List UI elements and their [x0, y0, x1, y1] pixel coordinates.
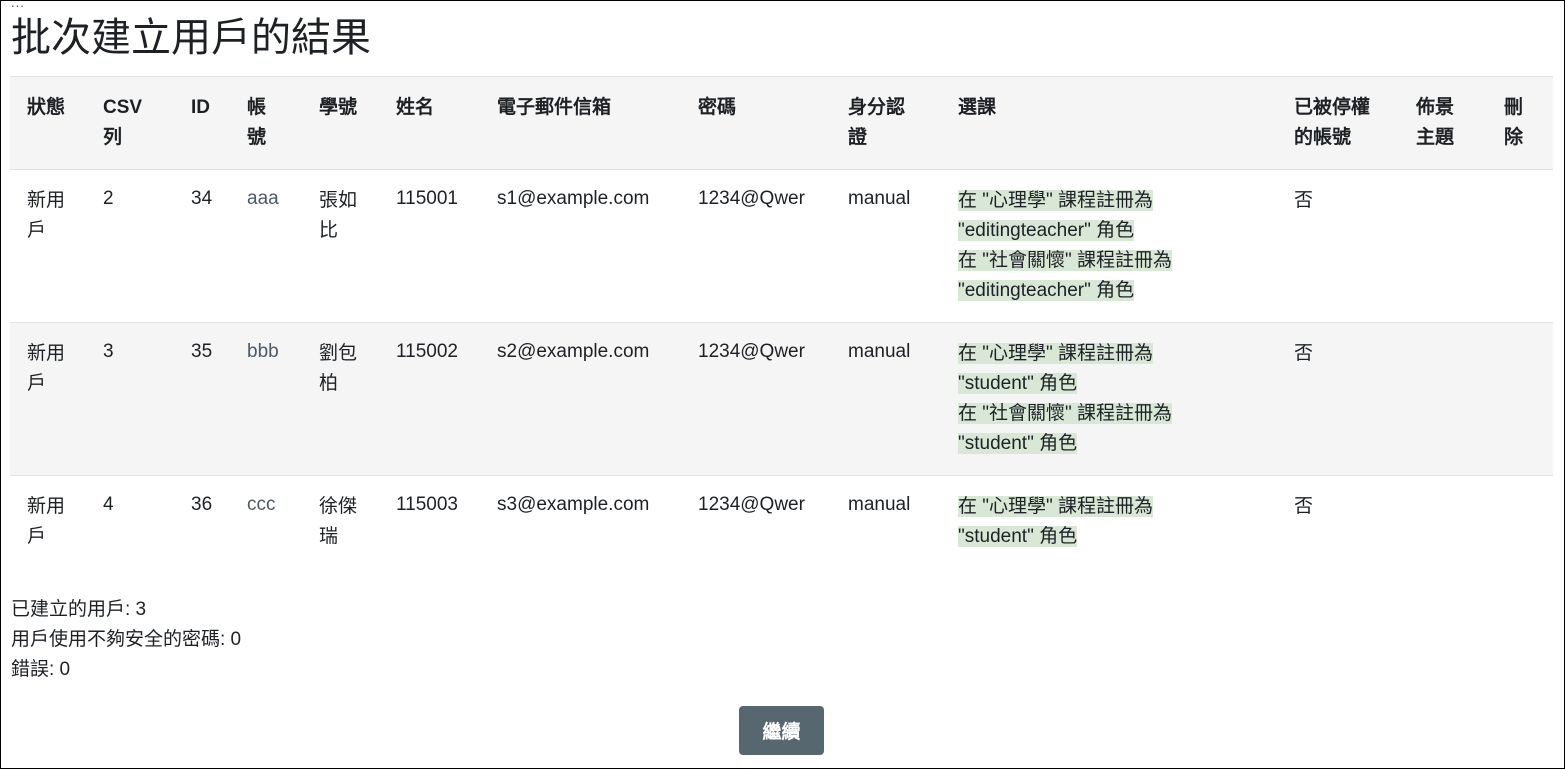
header-password: 密碼: [681, 76, 831, 170]
cell-suspended: 否: [1277, 475, 1399, 568]
upload-summary: 已建立的用戶: 3 用戶使用不夠安全的密碼: 0 錯誤: 0: [11, 595, 241, 685]
cell-username: bbb: [230, 322, 302, 476]
header-auth: 身分認證: [831, 76, 941, 170]
cell-suspended: 否: [1277, 322, 1399, 476]
header-username: 帳號: [230, 76, 302, 170]
summary-errors: 錯誤: 0: [11, 659, 71, 680]
cell-username: ccc: [230, 475, 302, 568]
enrolment-note: 在 "心理學" 課程註冊為 "student" 角色: [958, 496, 1154, 547]
continue-button[interactable]: 繼續: [739, 706, 824, 755]
cell-theme: [1399, 322, 1487, 476]
cell-status: 新用戶: [10, 169, 86, 323]
cell-enrolments: 在 "心理學" 課程註冊為 "student" 角色 在 "社會關懷" 課程註冊…: [941, 322, 1277, 476]
cell-username: aaa: [230, 169, 302, 323]
enrolment-note: 在 "社會關懷" 課程註冊為 "editingteacher" 角色: [958, 250, 1173, 301]
header-email: 電子郵件信箱: [480, 76, 681, 170]
page-frame: ... 批次建立用戶的結果 狀態 CSV列 ID 帳號 學號 姓名 電子郵件信箱…: [0, 0, 1565, 769]
cell-suspended: 否: [1277, 169, 1399, 323]
cell-name: 115001: [379, 169, 480, 323]
table-header: 狀態 CSV列 ID 帳號 學號 姓名 電子郵件信箱 密碼 身分認證 選課 已被…: [10, 76, 1553, 170]
table-row: 新用戶 4 36 ccc 徐傑瑞 115003 s3@example.com 1…: [10, 475, 1553, 568]
cell-idnumber: 劉包柏: [302, 322, 379, 476]
cell-status: 新用戶: [10, 322, 86, 476]
header-name: 姓名: [379, 76, 480, 170]
cell-id: 36: [174, 475, 230, 568]
cell-password: 1234@Qwer: [681, 169, 831, 323]
cell-csv-row: 3: [86, 322, 174, 476]
header-suspended: 已被停權的帳號: [1277, 76, 1399, 170]
cell-id: 35: [174, 322, 230, 476]
cell-email: s2@example.com: [480, 322, 681, 476]
enrolment-note: 在 "社會關懷" 課程註冊為 "student" 角色: [958, 403, 1173, 454]
cell-email: s3@example.com: [480, 475, 681, 568]
header-csv-row: CSV列: [86, 76, 174, 170]
header-theme: 佈景主題: [1399, 76, 1487, 170]
enrolment-note: 在 "心理學" 課程註冊為 "student" 角色: [958, 343, 1154, 394]
cell-name: 115002: [379, 322, 480, 476]
username-link[interactable]: ccc: [247, 494, 276, 515]
cell-csv-row: 2: [86, 169, 174, 323]
header-enrolments: 選課: [941, 76, 1277, 170]
cell-enrolments: 在 "心理學" 課程註冊為 "editingteacher" 角色 在 "社會關…: [941, 169, 1277, 323]
truncated-text: ...: [11, 0, 25, 10]
cell-idnumber: 徐傑瑞: [302, 475, 379, 568]
cell-theme: [1399, 169, 1487, 323]
header-status: 狀態: [10, 76, 86, 170]
username-link[interactable]: bbb: [247, 341, 279, 362]
header-id: ID: [174, 76, 230, 170]
cell-theme: [1399, 475, 1487, 568]
cell-password: 1234@Qwer: [681, 475, 831, 568]
cell-delete: [1487, 322, 1553, 476]
page-title: 批次建立用戶的結果: [11, 16, 371, 60]
table-row: 新用戶 3 35 bbb 劉包柏 115002 s2@example.com 1…: [10, 322, 1553, 476]
header-delete: 刪除: [1487, 76, 1553, 170]
summary-weak-passwords: 用戶使用不夠安全的密碼: 0: [11, 629, 242, 650]
cell-csv-row: 4: [86, 475, 174, 568]
summary-created: 已建立的用戶: 3: [11, 599, 147, 620]
cell-delete: [1487, 475, 1553, 568]
cell-auth: manual: [831, 169, 941, 323]
cell-auth: manual: [831, 322, 941, 476]
header-idnumber: 學號: [302, 76, 379, 170]
cell-delete: [1487, 169, 1553, 323]
cell-name: 115003: [379, 475, 480, 568]
cell-email: s1@example.com: [480, 169, 681, 323]
table-body: 新用戶 2 34 aaa 張如比 115001 s1@example.com 1…: [10, 169, 1553, 568]
cell-enrolments: 在 "心理學" 課程註冊為 "student" 角色: [941, 475, 1277, 568]
cell-password: 1234@Qwer: [681, 322, 831, 476]
enrolment-note: 在 "心理學" 課程註冊為 "editingteacher" 角色: [958, 190, 1154, 241]
table-row: 新用戶 2 34 aaa 張如比 115001 s1@example.com 1…: [10, 169, 1553, 323]
username-link[interactable]: aaa: [247, 188, 279, 209]
cell-auth: manual: [831, 475, 941, 568]
cell-idnumber: 張如比: [302, 169, 379, 323]
cell-status: 新用戶: [10, 475, 86, 568]
upload-results-table: 狀態 CSV列 ID 帳號 學號 姓名 電子郵件信箱 密碼 身分認證 選課 已被…: [10, 76, 1553, 568]
cell-id: 34: [174, 169, 230, 323]
